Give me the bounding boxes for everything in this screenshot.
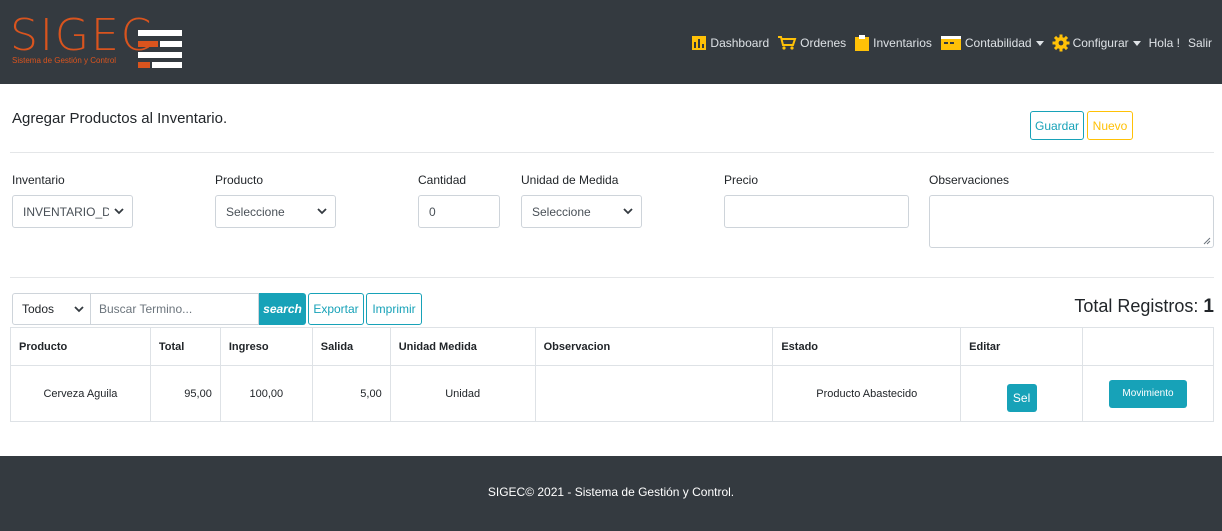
nav-greeting: Hola ! <box>1149 36 1180 50</box>
cart-icon <box>778 36 797 50</box>
unidad-label: Unidad de Medida <box>521 173 619 187</box>
unidad-select-value: Seleccione <box>532 204 591 219</box>
cash-register-icon <box>940 36 961 50</box>
column-header[interactable]: Editar <box>960 327 1084 366</box>
column-header[interactable]: Observacion <box>534 327 774 366</box>
column-header[interactable]: Estado <box>772 327 962 366</box>
observaciones-label: Observaciones <box>929 173 1010 187</box>
brand-bars-icon <box>138 22 182 68</box>
nav-menu: Dashboard Ordenes Inventarios Contabilid… <box>683 34 1212 52</box>
search-button[interactable]: search <box>259 293 306 325</box>
nav-label-ordenes: Ordenes <box>800 36 847 50</box>
chevron-down-icon <box>317 208 327 215</box>
column-header <box>1082 327 1214 366</box>
cantidad-input-value: 0 <box>429 204 436 219</box>
cantidad-input[interactable]: 0 <box>418 195 500 228</box>
search-input[interactable]: Buscar Termino... <box>91 293 259 325</box>
total-records: Total Registros: 1 <box>1074 296 1214 318</box>
divider <box>10 152 1214 153</box>
gear-icon <box>1052 34 1070 52</box>
footer: SIGEC© 2021 - Sistema de Gestión y Contr… <box>0 456 1222 531</box>
new-button[interactable]: Nuevo <box>1087 111 1133 140</box>
nav-label-inventarios: Inventarios <box>873 36 932 50</box>
logout-label: Salir <box>1187 36 1212 50</box>
cantidad-label: Cantidad <box>418 173 467 187</box>
filter-select-value: Todos <box>22 302 55 316</box>
nav-label-contabilidad: Contabilidad <box>964 36 1032 50</box>
filter-select[interactable]: Todos <box>12 293 91 325</box>
brand-name: SIGEC <box>10 10 154 61</box>
nav-label-configurar: Configurar <box>1072 36 1129 50</box>
nav-label-dashboard: Dashboard <box>710 36 770 50</box>
cell-ingreso: 100,00 <box>219 365 313 422</box>
cell-editar: Sel <box>960 365 1084 422</box>
nav-item-inventarios[interactable]: Inventarios <box>854 34 932 52</box>
chevron-down-icon <box>74 306 84 313</box>
producto-select[interactable]: Seleccione <box>215 195 336 228</box>
chart-icon <box>692 36 707 50</box>
column-header[interactable]: Unidad Medida <box>389 327 536 366</box>
column-header[interactable]: Producto <box>10 327 151 366</box>
greeting-label: Hola ! <box>1148 36 1180 50</box>
cell-estado: Producto Abastecido <box>772 365 962 422</box>
chevron-down-icon <box>1035 40 1044 46</box>
table-row: Cerveza Aguila 95,00 100,00 5,00 Unidad … <box>10 365 1214 422</box>
movement-button[interactable]: Movimiento <box>1109 379 1187 408</box>
select-row-button[interactable]: Sel <box>1006 383 1037 412</box>
search-placeholder: Buscar Termino... <box>99 302 193 316</box>
cell-salida: 5,00 <box>311 365 391 422</box>
nav-item-contabilidad[interactable]: Contabilidad <box>940 35 1044 51</box>
column-header[interactable]: Salida <box>311 327 391 366</box>
cell-observacion <box>534 365 774 422</box>
producto-label: Producto <box>215 173 264 187</box>
nav-item-salir[interactable]: Salir <box>1188 36 1212 50</box>
divider <box>10 277 1214 278</box>
inventario-label: Inventario <box>12 173 65 187</box>
nav-item-ordenes[interactable]: Ordenes <box>777 35 846 51</box>
nav-item-dashboard[interactable]: Dashboard <box>691 35 769 51</box>
table-header-row: Producto Total Ingreso Salida Unidad Med… <box>10 327 1214 366</box>
total-records-value: 1 <box>1203 296 1214 317</box>
chevron-down-icon <box>114 208 124 215</box>
inventory-table: Producto Total Ingreso Salida Unidad Med… <box>10 327 1214 422</box>
export-button[interactable]: Exportar <box>308 293 364 325</box>
print-button[interactable]: Imprimir <box>366 293 422 325</box>
cell-movimiento: Movimiento <box>1082 365 1214 422</box>
cell-unidad: Unidad <box>389 365 536 422</box>
inventario-select[interactable]: INVENTARIO_DEFA <box>12 195 133 228</box>
column-header[interactable]: Total <box>149 327 221 366</box>
chevron-down-icon <box>623 208 633 215</box>
cell-total: 95,00 <box>149 365 221 422</box>
footer-text: SIGEC© 2021 - Sistema de Gestión y Contr… <box>487 485 735 499</box>
clipboard-icon <box>855 35 870 51</box>
precio-input[interactable] <box>724 195 909 228</box>
brand-subtitle: Sistema de Gestión y Control <box>12 56 117 65</box>
nav-item-configurar[interactable]: Configurar <box>1052 34 1141 52</box>
total-records-label: Total Registros: <box>1074 296 1199 316</box>
resize-grip-icon[interactable] <box>1203 237 1211 245</box>
column-header[interactable]: Ingreso <box>219 327 313 366</box>
unidad-select[interactable]: Seleccione <box>521 195 642 228</box>
producto-select-value: Seleccione <box>226 204 285 219</box>
inventario-select-value: INVENTARIO_DEFA <box>23 204 109 219</box>
brand-logo[interactable]: SIGEC Sistema de Gestión y Control <box>10 12 190 72</box>
observaciones-textarea[interactable] <box>929 195 1214 248</box>
top-navbar: SIGEC Sistema de Gestión y Control Dashb… <box>0 0 1222 84</box>
page-title: Agregar Productos al Inventario. <box>12 110 228 127</box>
precio-label: Precio <box>724 173 759 187</box>
chevron-down-icon <box>1132 40 1141 46</box>
save-button[interactable]: Guardar <box>1030 111 1084 140</box>
cell-producto: Cerveza Aguila <box>10 365 151 422</box>
